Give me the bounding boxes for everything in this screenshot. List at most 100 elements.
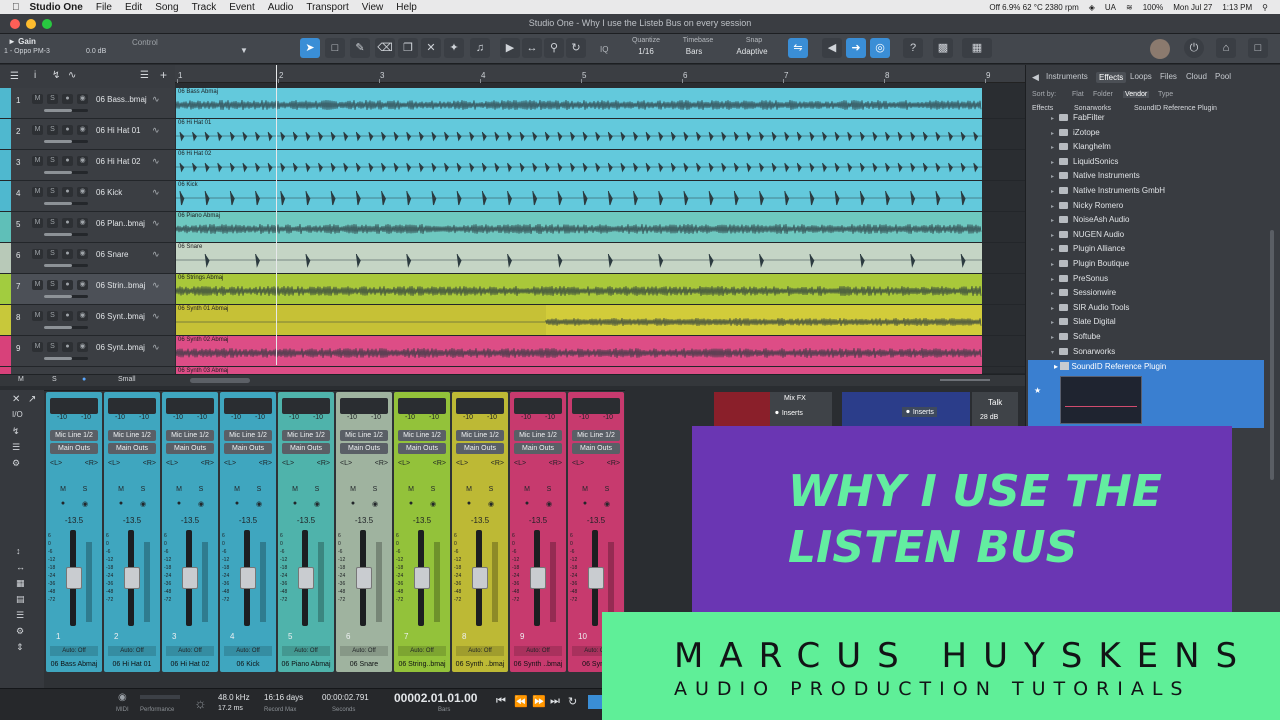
channel-name[interactable]: 06 Piano Abmaj [278,660,334,670]
track-color[interactable] [0,274,11,304]
track-record-button[interactable]: ● [62,311,73,321]
channel-solo-button[interactable]: S [426,486,440,496]
close-window-button[interactable] [10,19,20,29]
browser-folder[interactable]: ▸ Plugin Alliance [1051,244,1125,258]
zoom-slider[interactable] [940,379,990,381]
mixer-channel-strip[interactable]: -10 -10 Mic Line 1/2 Main Outs <L> <R> M S ● ◉ -13… [46,392,102,672]
automation-mode[interactable]: Auto: Off [224,646,272,656]
menu-song[interactable]: Song [155,2,178,13]
track-row[interactable]: 6 M S ● ◉ 06 Snare ∿ 06 Snare [0,243,1025,274]
channel-monitor-icon[interactable]: ◉ [542,500,556,510]
track-row[interactable]: 2 M S ● ◉ 06 Hi Hat 01 ∿ 06 Hi Hat 01 [0,119,1025,150]
input-select[interactable]: Mic Line 1/2 [514,430,562,441]
grid-menu-button[interactable]: ▦ [962,38,992,58]
track-volume-slider[interactable] [44,326,88,329]
pan-control[interactable]: <L> <R> [50,460,98,471]
mixer-channel-strip[interactable]: -10 -10 Mic Line 1/2 Main Outs <L> <R> M S ● ◉ -13… [452,392,508,672]
audio-clip[interactable]: 06 Snare [176,243,982,273]
bus-inserts[interactable]: ⚫ Inserts [902,407,937,417]
channel-monitor-icon[interactable]: ◉ [252,500,266,510]
listen-tool-button[interactable]: ♫ [470,38,490,58]
audio-clip[interactable]: 06 Synth 03 Abmaj [176,367,982,374]
track-color[interactable] [0,243,11,273]
tab-instruments[interactable]: Instruments [1046,72,1088,81]
apple-icon[interactable]:  [12,2,20,13]
chevron-right-icon[interactable]: ▸ [1051,130,1059,137]
track-color[interactable] [0,181,11,211]
volume-fader[interactable] [530,567,546,589]
track-volume-slider[interactable] [44,295,88,298]
channel-solo-button[interactable]: S [78,486,92,496]
track-mute-button[interactable]: M [32,218,43,228]
track-monitor-button[interactable]: ◉ [77,187,88,197]
channel-record-icon[interactable]: ● [520,500,534,510]
track-solo-button[interactable]: S [47,125,58,135]
timebase-value[interactable]: Bars [676,47,712,56]
input-select[interactable]: Mic Line 1/2 [456,430,504,441]
track-volume-slider[interactable] [44,264,88,267]
snap-toggle-button[interactable]: ⇋ [788,38,808,58]
ruler-bar-2[interactable]: 2 [279,71,283,80]
path-sonarworks[interactable]: Sonarworks [1074,105,1111,112]
channel-solo-button[interactable]: S [136,486,150,496]
automation-mode[interactable]: Auto: Off [456,646,504,656]
track-header[interactable]: 1 M S ● ◉ 06 Bass..bmaj ∿ [0,88,175,118]
search-icon[interactable]: ⚲ [1262,3,1268,12]
menu-event[interactable]: Event [229,2,255,13]
track-color[interactable] [0,336,11,366]
channel-solo-button[interactable]: S [542,486,556,496]
track-row[interactable]: 7 M S ● ◉ 06 Strin..bmaj ∿ 06 Strings Abmaj [0,274,1025,305]
channel-volume[interactable]: -13.5 [340,516,388,525]
dropbox-icon[interactable]: ◈ [1089,3,1095,12]
add-track-icon[interactable]: + [160,68,167,82]
snap-value[interactable]: Adaptive [732,47,772,56]
track-row[interactable]: 1 M S ● ◉ 06 Bass..bmaj ∿ 06 Bass Abmaj [0,88,1025,119]
routing-icon[interactable]: ↯ [12,426,20,437]
fx-channel-red[interactable] [714,392,770,426]
close-mixer-icon[interactable]: ✕ [12,394,20,405]
audio-clip[interactable]: 06 Hi Hat 01 [176,119,982,149]
channel-volume[interactable]: -13.5 [50,516,98,525]
ruler-bar-6[interactable]: 6 [683,71,687,80]
channel-mute-button[interactable]: M [56,486,70,496]
channel-name[interactable]: 06 Hi Hat 01 [104,660,160,670]
info-icon[interactable]: i [34,70,36,81]
pan-control[interactable]: <L> <R> [572,460,620,471]
pencil-tool-button[interactable]: ✎ [350,38,370,58]
menu-help[interactable]: Help [396,2,417,13]
pan-control[interactable]: <L> <R> [108,460,156,471]
track-solo-button[interactable]: S [47,342,58,352]
chevron-right-icon[interactable]: ▸ [1051,203,1059,210]
track-volume-slider[interactable] [44,171,88,174]
crossfade-button[interactable]: ◎ [870,38,890,58]
menubar-time[interactable]: 1:13 PM [1222,3,1252,12]
mixer-narrow-icon[interactable]: ↔ [16,562,25,572]
video-button[interactable]: ▩ [933,38,953,58]
track-solo-button[interactable]: S [47,311,58,321]
track-mute-button[interactable]: M [32,94,43,104]
menubar-date[interactable]: Mon Jul 27 [1173,3,1212,12]
menu-view[interactable]: View [362,2,384,13]
browser-folder[interactable]: ▸ LiquidSonics [1051,157,1118,171]
channel-solo-button[interactable]: S [310,486,324,496]
channel-mute-button[interactable]: M [114,486,128,496]
chevron-right-icon[interactable]: ▸ [1051,261,1059,268]
output-select[interactable]: Main Outs [398,443,446,454]
track-record-button[interactable]: ● [62,249,73,259]
automation-mode[interactable]: Auto: Off [514,646,562,656]
track-name[interactable]: 06 Strin..bmaj [96,281,145,290]
mixfx-box[interactable]: Mix FX ⚫ Inserts [770,392,832,426]
output-select[interactable]: Main Outs [50,443,98,454]
channel-record-icon[interactable]: ● [346,500,360,510]
output-select[interactable]: Main Outs [514,443,562,454]
footer-mute[interactable]: M [18,376,24,383]
pan-control[interactable]: <L> <R> [166,460,214,471]
sort-type[interactable]: Type [1158,91,1173,98]
menu-file[interactable]: File [96,2,112,13]
audio-clip[interactable]: 06 Synth 02 Abmaj [176,336,982,366]
tab-pool[interactable]: Pool [1215,72,1231,81]
cpu-status[interactable]: Off 6.9% 62 °C 2380 rpm [989,3,1078,12]
track-solo-button[interactable]: S [47,218,58,228]
track-mute-button[interactable]: M [32,156,43,166]
mixer-channel-strip[interactable]: -10 -10 Mic Line 1/2 Main Outs <L> <R> M S ● ◉ -13… [394,392,450,672]
